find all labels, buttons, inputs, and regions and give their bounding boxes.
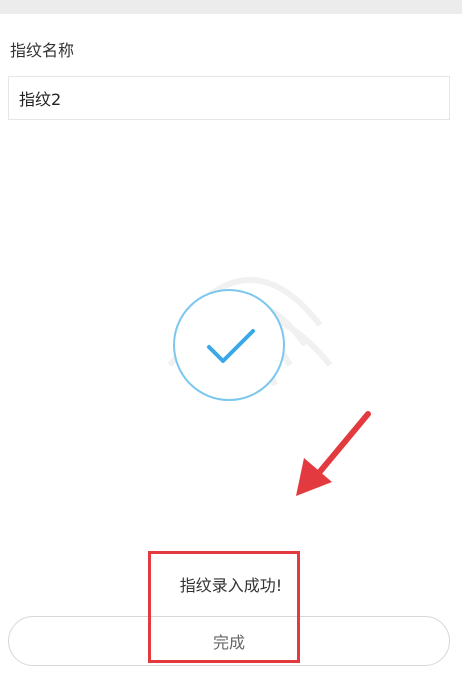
- fingerprint-enroll-screen: 指纹名称 指纹录入成功! 完成: [0, 0, 462, 673]
- top-bar: [0, 0, 462, 14]
- check-icon: [207, 329, 255, 363]
- success-message: 指纹录入成功!: [179, 576, 283, 595]
- fingerprint-name-input[interactable]: [8, 76, 450, 120]
- success-check-badge: [173, 289, 285, 401]
- fingerprint-name-label: 指纹名称: [10, 41, 75, 60]
- done-button[interactable]: 完成: [8, 616, 450, 666]
